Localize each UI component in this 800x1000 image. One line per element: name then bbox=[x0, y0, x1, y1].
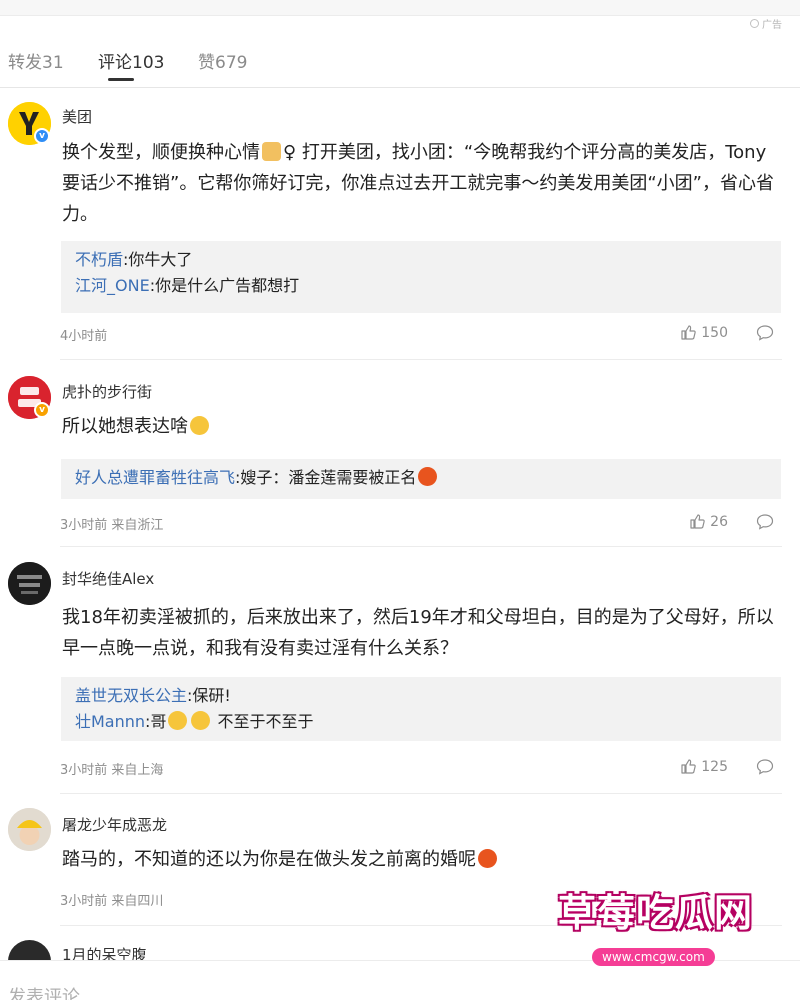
avatar[interactable] bbox=[8, 562, 51, 605]
comment-username[interactable]: 虎扑的步行街 bbox=[62, 381, 152, 402]
comment-actions: 150 bbox=[680, 324, 774, 341]
comment-bubble-icon bbox=[756, 514, 774, 530]
comment-username[interactable]: 封华绝佳Alex bbox=[62, 568, 154, 589]
reply-text: :保研! bbox=[187, 686, 231, 705]
comment-input-placeholder[interactable]: 发表评论 bbox=[8, 983, 80, 1000]
tab-bar: 转发31 评论103 赞679 bbox=[0, 36, 800, 88]
reply-box[interactable]: 盖世无双长公主:保研! 壮Mannn:哥 不至于不至于 bbox=[61, 677, 781, 741]
angry-emoji-icon bbox=[418, 467, 438, 486]
watermark-url: www.cmcgw.com bbox=[592, 948, 715, 966]
reply-button[interactable] bbox=[756, 513, 774, 530]
like-button[interactable]: 150 bbox=[680, 324, 728, 341]
angry-emoji-icon bbox=[478, 849, 497, 868]
ad-badge[interactable]: 广告 bbox=[750, 16, 782, 31]
verified-badge-icon: v bbox=[34, 402, 50, 418]
top-strip bbox=[0, 0, 800, 16]
laughing-emoji-icon bbox=[168, 711, 188, 730]
reply-username[interactable]: 盖世无双长公主 bbox=[75, 686, 187, 705]
active-tab-indicator bbox=[108, 78, 134, 81]
comment-text: 我18年初卖淫被抓的，后来放出来了，然后19年才和父母坦白，目的是为了父母好，所… bbox=[62, 607, 774, 659]
watermark-title: 草莓吃瓜网 bbox=[558, 891, 754, 935]
like-button[interactable]: 125 bbox=[680, 758, 728, 775]
comment-bubble-icon bbox=[756, 325, 774, 341]
ad-label: 广告 bbox=[762, 20, 782, 31]
like-button[interactable]: 26 bbox=[689, 513, 728, 530]
helmet-avatar-icon bbox=[8, 808, 51, 851]
reply-username[interactable]: 不朽盾 bbox=[75, 250, 123, 269]
comment-text-part: 所以她想表达啥 bbox=[62, 416, 188, 437]
haircut-emoji-icon bbox=[262, 142, 281, 161]
laughing-emoji-icon bbox=[191, 711, 211, 730]
reply-text: :嫂子：潘金莲需要被正名 bbox=[235, 468, 417, 487]
comment-actions: 26 bbox=[689, 513, 774, 530]
comment-bubble-icon bbox=[756, 759, 774, 775]
reply-username[interactable]: 好人总遭罪畜牲往高飞 bbox=[75, 468, 235, 487]
tab-comments[interactable]: 评论103 bbox=[98, 48, 164, 73]
verified-badge-icon: v bbox=[34, 128, 50, 144]
reply-text: 不至于不至于 bbox=[217, 712, 314, 731]
thumbs-up-icon bbox=[681, 759, 696, 774]
like-count: 125 bbox=[701, 758, 728, 775]
reply-text: :你牛大了 bbox=[123, 250, 193, 269]
tab-likes[interactable]: 赞679 bbox=[198, 48, 247, 73]
reply-button[interactable] bbox=[756, 324, 774, 341]
like-count: 150 bbox=[701, 324, 728, 341]
thumbs-up-icon bbox=[681, 325, 696, 340]
reply-item: 不朽盾:你牛大了 bbox=[75, 247, 781, 273]
grimace-emoji-icon bbox=[190, 416, 209, 435]
dark-avatar-icon bbox=[8, 562, 51, 605]
like-count: 26 bbox=[710, 513, 728, 530]
comment-actions: 125 bbox=[680, 758, 774, 775]
reply-item: 好人总遭罪畜牲往高飞:嫂子：潘金莲需要被正名 bbox=[75, 465, 781, 491]
comment-timestamp: 4小时前 bbox=[60, 329, 108, 344]
watermark-logo: 草莓吃瓜网 www.cmcgw.com bbox=[520, 860, 790, 980]
comment-timestamp: 3小时前 来自上海 bbox=[60, 763, 164, 778]
comment-username[interactable]: 美团 bbox=[62, 106, 92, 127]
divider bbox=[60, 359, 782, 360]
tab-reposts[interactable]: 转发31 bbox=[8, 48, 64, 73]
comment-text: 所以她想表达啥 bbox=[62, 411, 782, 442]
reply-username[interactable]: 江河_ONE bbox=[75, 276, 150, 295]
comment-text: 换个发型，顺便换种心情 ♀ 打开美团，找小团：“今晚帮我约个评分高的美发店，Ton… bbox=[62, 137, 782, 230]
comment-text-part: 换个发型，顺便换种心情 bbox=[62, 142, 260, 163]
reply-text: :你是什么广告都想打 bbox=[149, 276, 300, 295]
comment-text-part: 踏马的，不知道的还以为你是在做头发之前离的婚呢 bbox=[62, 849, 476, 870]
comment-timestamp: 3小时前 来自浙江 bbox=[60, 518, 164, 533]
comment-timestamp: 3小时前 来自四川 bbox=[60, 894, 164, 909]
reply-item: 盖世无双长公主:保研! bbox=[75, 683, 781, 709]
reply-text: :哥 bbox=[145, 712, 167, 731]
reply-item: 壮Mannn:哥 不至于不至于 bbox=[75, 709, 781, 735]
reply-item: 江河_ONE:你是什么广告都想打 bbox=[75, 273, 781, 299]
divider bbox=[60, 546, 782, 547]
reply-username[interactable]: 壮Mannn bbox=[75, 712, 145, 731]
thumbs-up-icon bbox=[690, 514, 705, 529]
comment-username[interactable]: 屠龙少年成恶龙 bbox=[62, 814, 167, 835]
ad-info-icon bbox=[750, 19, 759, 28]
reply-button[interactable] bbox=[756, 758, 774, 775]
reply-box[interactable]: 好人总遭罪畜牲往高飞:嫂子：潘金莲需要被正名 bbox=[61, 459, 781, 499]
avatar[interactable] bbox=[8, 808, 51, 851]
divider bbox=[60, 793, 782, 794]
reply-box[interactable]: 不朽盾:你牛大了 江河_ONE:你是什么广告都想打 bbox=[61, 241, 781, 313]
